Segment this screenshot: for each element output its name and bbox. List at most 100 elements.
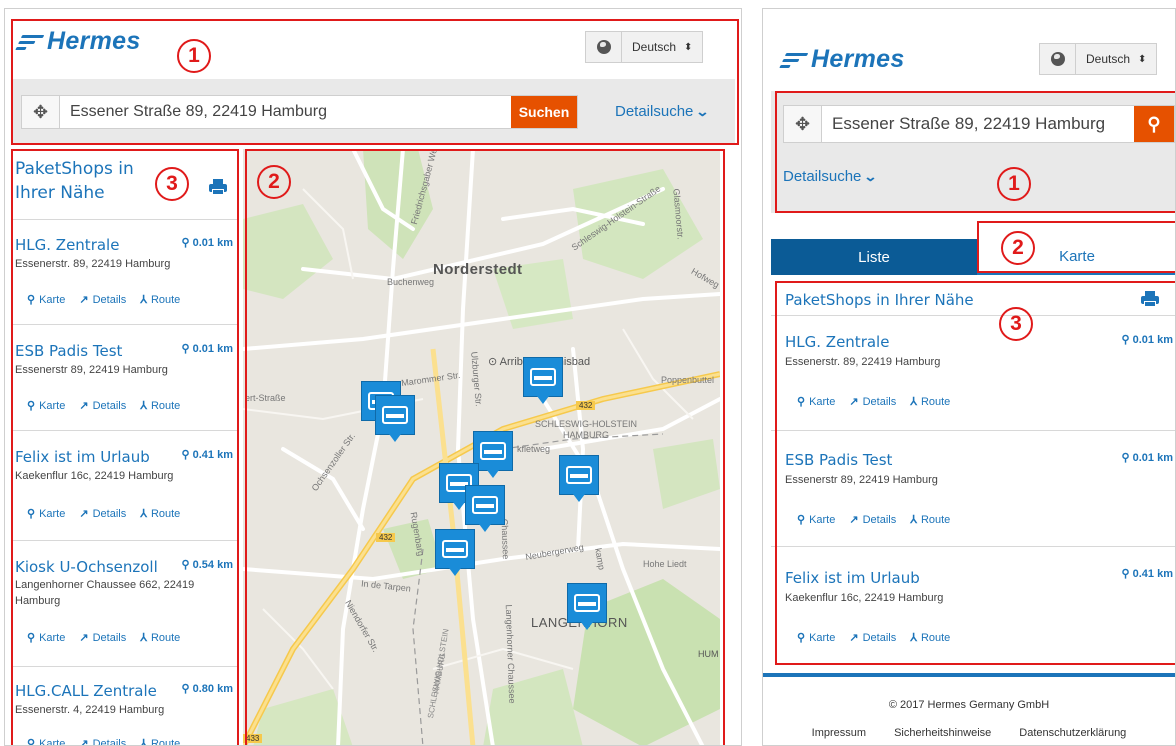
footer-link-security[interactable]: Sicherheitshinweise — [894, 727, 991, 739]
detail-search-label: Detailsuche — [783, 168, 862, 185]
list-item[interactable]: Felix ist im Urlaub ⚲ 0.41 km Kaekenflur… — [13, 431, 239, 541]
details-action[interactable]: ↗ Details — [849, 631, 896, 645]
external-link-icon: ↗ — [79, 738, 89, 746]
parcel-shop-icon — [480, 442, 506, 460]
external-link-icon: ↗ — [79, 632, 89, 644]
list-item[interactable]: Kiosk U-Ochsenzoll ⚲ 0.54 km Langenhorne… — [13, 541, 239, 667]
map-pin[interactable] — [435, 529, 475, 576]
map-pin[interactable] — [567, 583, 607, 630]
map-action[interactable]: ⚲ Karte — [797, 513, 835, 527]
details-action[interactable]: ↗ Details — [79, 631, 126, 645]
printer-icon[interactable] — [1141, 291, 1159, 307]
list-item[interactable]: HLG. Zentrale ⚲ 0.01 km Essenerstr. 89, … — [13, 219, 239, 325]
footer-link-privacy[interactable]: Datenschutzerklärung — [1019, 727, 1126, 739]
list-title: PaketShops in Ihrer Nähe — [15, 159, 134, 203]
search-bar: ✥ ⚲ Detailsuche ⌄ — [771, 91, 1175, 213]
map-pin[interactable] — [465, 485, 505, 532]
shop-name[interactable]: HLG. Zentrale — [15, 236, 119, 254]
hermes-logo[interactable]: Hermes — [15, 27, 141, 56]
route-action[interactable]: ⅄ Route — [910, 631, 950, 645]
shop-name[interactable]: ESB Padis Test — [15, 342, 122, 360]
shop-distance: ⚲ 0.01 km — [181, 237, 234, 249]
desktop-view: Hermes Deutsch ⬍ ✥ Suchen Detailsuche ⌄ P… — [4, 8, 742, 746]
map-action[interactable]: ⚲ Karte — [27, 737, 65, 746]
map-action[interactable]: ⚲ Karte — [27, 507, 65, 521]
parcel-shop-icon — [566, 466, 592, 484]
shop-name[interactable]: ESB Padis Test — [785, 451, 892, 469]
copyright-text: © 2017 Hermes Germany GmbH — [888, 699, 1050, 711]
map-action[interactable]: ⚲ Karte — [27, 293, 65, 307]
route-action[interactable]: ⅄ Route — [140, 631, 180, 645]
shop-actions: ⚲ Karte ↗ Details ⅄ Route — [27, 737, 180, 746]
list-item[interactable]: ESB Padis Test ⚲ 0.01 km Essenerstr 89, … — [771, 431, 1175, 547]
map-pin[interactable] — [473, 431, 513, 478]
details-action[interactable]: ↗ Details — [849, 395, 896, 409]
details-action[interactable]: ↗ Details — [79, 507, 126, 521]
map-action[interactable]: ⚲ Karte — [797, 395, 835, 409]
shop-address: Essenerstr 89, 22419 Hamburg — [785, 474, 938, 486]
detail-search-link[interactable]: Detailsuche ⌄ — [783, 168, 878, 185]
shop-name[interactable]: Felix ist im Urlaub — [785, 569, 920, 587]
parcel-shop-icon — [472, 496, 498, 514]
route-action[interactable]: ⅄ Route — [140, 507, 180, 521]
map-view[interactable]: Norderstedt ⊙ Arriba Erlebnisbad LANGENH… — [243, 149, 720, 745]
shop-address: Essenerstr. 4, 22419 Hamburg — [15, 704, 165, 716]
shop-address: Essenerstr 89, 22419 Hamburg — [15, 364, 168, 376]
shop-name[interactable]: Felix ist im Urlaub — [15, 448, 150, 466]
road-shield-433: 433 — [243, 734, 263, 743]
footer-link-imprint[interactable]: Impressum — [812, 727, 866, 739]
shop-actions: ⚲ Karte ↗ Details ⅄ Route — [27, 399, 180, 413]
details-action[interactable]: ↗ Details — [849, 513, 896, 527]
hermes-logo[interactable]: Hermes — [779, 45, 905, 74]
shop-name[interactable]: HLG. Zentrale — [785, 333, 889, 351]
map-marker-icon: ⚲ — [181, 343, 190, 355]
shop-name[interactable]: Kiosk U-Ochsenzoll — [15, 558, 158, 576]
shop-name[interactable]: HLG.CALL Zentrale — [15, 682, 157, 700]
mobile-view: Hermes Deutsch⬍ ✥ ⚲ Detailsuche ⌄ Liste … — [762, 8, 1176, 746]
locate-crosshair-icon[interactable]: ✥ — [784, 106, 822, 142]
parcel-shop-icon — [530, 368, 556, 386]
map-pin[interactable] — [523, 357, 563, 404]
map-marker-icon: ⚲ — [27, 400, 36, 412]
map-action[interactable]: ⚲ Karte — [27, 631, 65, 645]
list-item[interactable]: HLG. Zentrale ⚲ 0.01 km Essenerstr. 89, … — [771, 315, 1175, 431]
parcel-shop-icon — [442, 540, 468, 558]
details-action[interactable]: ↗ Details — [79, 399, 126, 413]
map-pin[interactable] — [375, 395, 415, 442]
map-action[interactable]: ⚲ Karte — [27, 399, 65, 413]
map-action[interactable]: ⚲ Karte — [797, 631, 835, 645]
shop-actions: ⚲ Karte ↗ Details ⅄ Route — [797, 395, 950, 409]
search-button[interactable]: ⚲ — [1134, 106, 1174, 142]
list-item[interactable]: Felix ist im Urlaub ⚲ 0.41 km Kaekenflur… — [771, 547, 1175, 667]
road-icon: ⅄ — [910, 396, 917, 408]
tab-list[interactable]: Liste — [771, 239, 977, 275]
list-item[interactable]: HLG.CALL Zentrale ⚲ 0.80 km Essenerstr. … — [13, 667, 239, 746]
shop-address: Essenerstr. 89, 22419 Hamburg — [785, 356, 941, 368]
locate-crosshair-icon[interactable]: ✥ — [22, 96, 60, 128]
details-action[interactable]: ↗ Details — [79, 293, 126, 307]
route-action[interactable]: ⅄ Route — [140, 399, 180, 413]
details-action[interactable]: ↗ Details — [79, 737, 126, 746]
map-marker-icon: ⚲ — [797, 632, 806, 644]
detail-search-link[interactable]: Detailsuche ⌄ — [615, 103, 710, 120]
hermes-stripes-icon — [779, 51, 809, 69]
search-input[interactable] — [822, 106, 1134, 142]
search-group: ✥ Suchen — [21, 95, 578, 129]
shop-actions: ⚲ Karte ↗ Details ⅄ Route — [797, 513, 950, 527]
map-marker-icon: ⚲ — [797, 514, 806, 526]
list-item[interactable]: ESB Padis Test ⚲ 0.01 km Essenerstr 89, … — [13, 325, 239, 431]
printer-icon[interactable] — [209, 179, 227, 195]
route-action[interactable]: ⅄ Route — [910, 513, 950, 527]
parcel-shop-icon — [382, 406, 408, 424]
search-button[interactable]: Suchen — [511, 96, 577, 128]
language-selector[interactable]: Deutsch ⬍ — [585, 31, 704, 63]
search-input[interactable] — [60, 96, 511, 128]
route-action[interactable]: ⅄ Route — [140, 293, 180, 307]
language-selector[interactable]: Deutsch ⬍ — [1039, 43, 1158, 75]
map-marker-icon: ⚲ — [27, 632, 36, 644]
route-action[interactable]: ⅄ Route — [140, 737, 180, 746]
route-action[interactable]: ⅄ Route — [910, 395, 950, 409]
map-pin[interactable] — [559, 455, 599, 502]
map-marker-icon: ⚲ — [27, 294, 36, 306]
shop-actions: ⚲ Karte ↗ Details ⅄ Route — [27, 631, 180, 645]
